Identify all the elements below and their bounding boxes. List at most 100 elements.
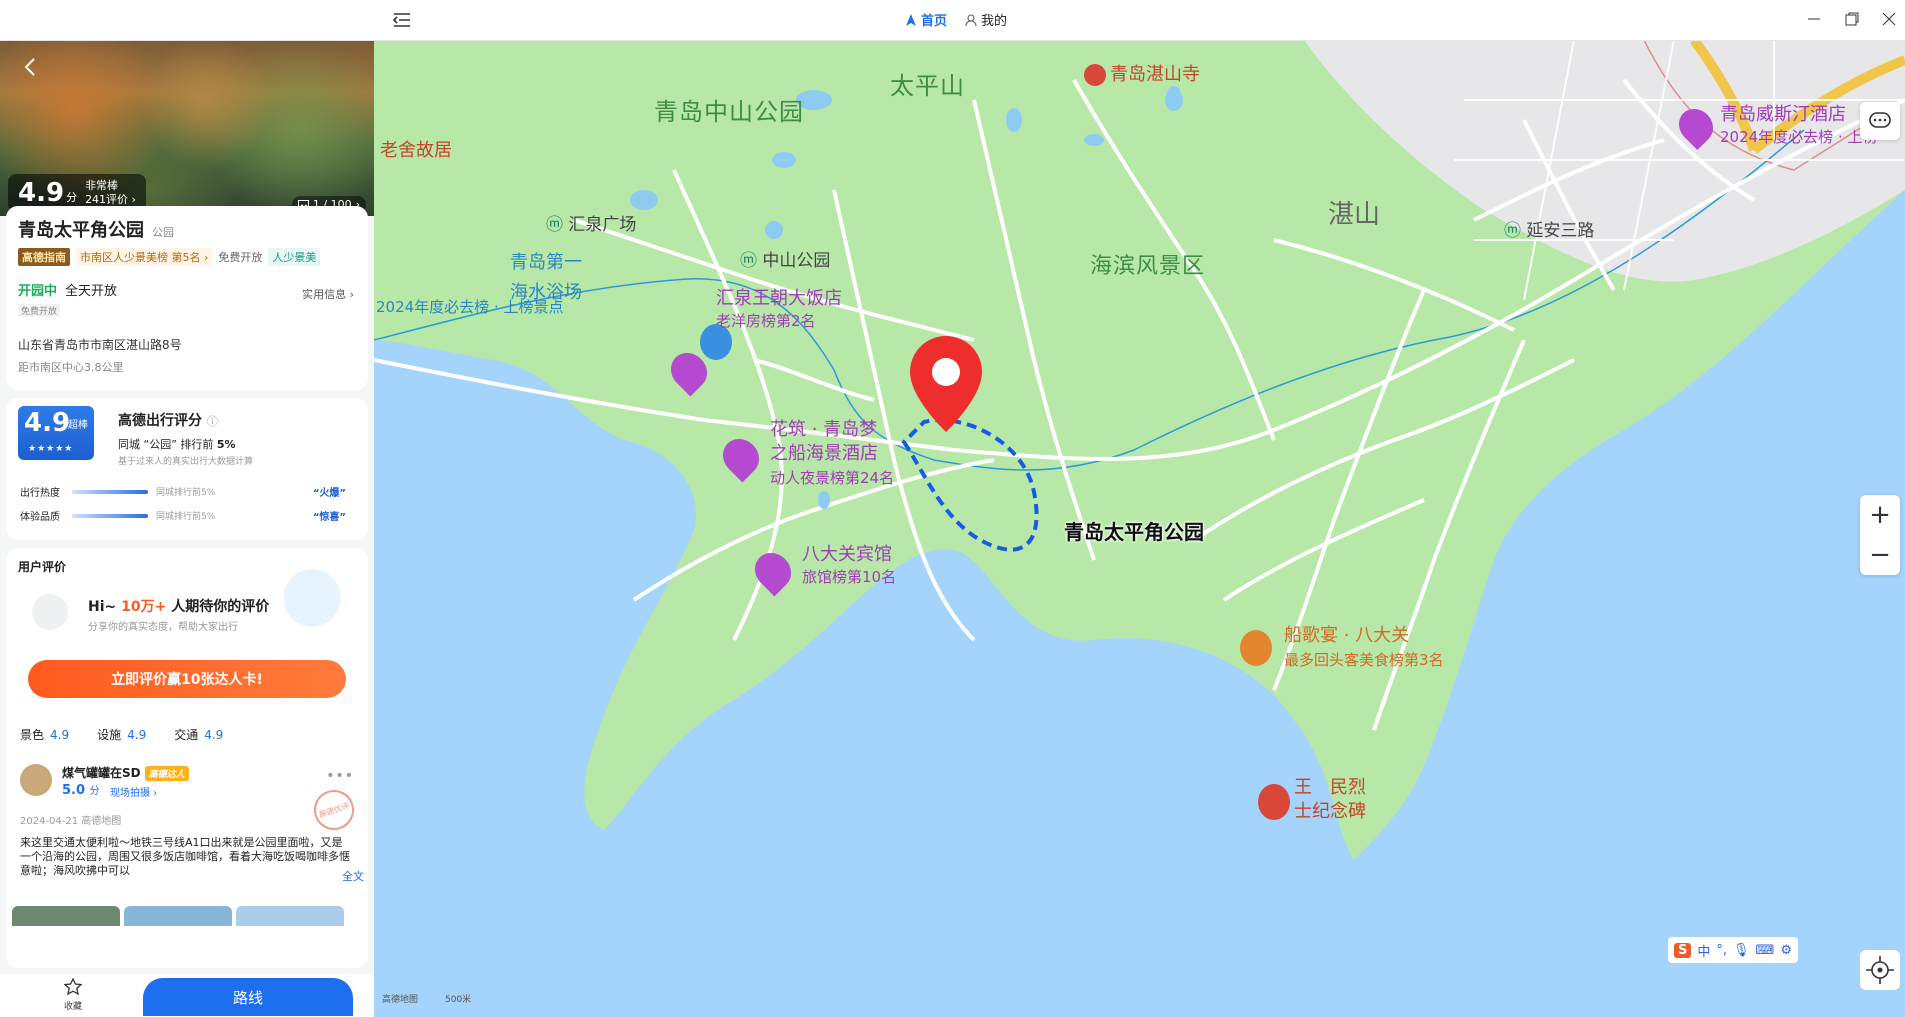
- settings-icon[interactable]: ⚙: [1780, 943, 1792, 958]
- expert-badge: 高德达人: [144, 766, 189, 781]
- label-zhongshan-park[interactable]: 青岛中山公园: [654, 92, 804, 127]
- ime-lang[interactable]: 中: [1697, 941, 1710, 960]
- poi-hotel-3[interactable]: 八大关宾馆 旅馆榜第10名: [802, 544, 896, 588]
- poi-photo[interactable]: 4.9 分 非常棒 241评价 › 1 / 100 ›: [0, 40, 374, 216]
- review-photos: [12, 906, 344, 926]
- locate-button[interactable]: [1860, 950, 1900, 990]
- close-icon[interactable]: [1880, 10, 1898, 28]
- metro-icon: ⓜ: [1504, 221, 1521, 241]
- favorite-button[interactable]: 收藏: [58, 977, 88, 1012]
- rating-unit: 分: [66, 191, 78, 204]
- review-photo[interactable]: [12, 906, 120, 926]
- review-date: 2024-04-21 高德地图: [20, 816, 122, 827]
- memorial-marker-icon[interactable]: [1258, 784, 1290, 820]
- poi-hotel-1[interactable]: 汇泉王朝大饭店 老洋房榜第2名: [716, 288, 842, 332]
- label-scenic-area[interactable]: 海滨风景区: [1090, 248, 1205, 280]
- ime-toolbar[interactable]: S 中 °, 🎙 ⌨ ⚙: [1668, 937, 1798, 963]
- label-zhanshan-temple: 青岛湛山寺: [1110, 64, 1200, 85]
- tab-mine-label: 我的: [981, 14, 1008, 29]
- more-icon[interactable]: •••: [326, 768, 354, 784]
- poi-zhanshan-temple[interactable]: 青岛湛山寺: [1084, 60, 1200, 86]
- metro-huiquan[interactable]: ⓜ 汇泉广场: [546, 210, 636, 235]
- message-button[interactable]: [1860, 102, 1900, 140]
- chat-icon: [1869, 112, 1891, 128]
- practical-info-link[interactable]: 实用信息 ›: [302, 286, 354, 302]
- open-status: 开园中: [18, 284, 58, 299]
- poi-address[interactable]: 山东省青岛市市南区湛山路8号: [18, 336, 356, 353]
- metric-heat-sub: 同城排行前5%: [156, 488, 216, 498]
- rating-word: 非常棒: [85, 179, 119, 192]
- restore-icon[interactable]: [1843, 10, 1861, 28]
- score-badge: 4.9 超棒 ★★★★★: [18, 406, 94, 460]
- restaurant-marker-icon[interactable]: [1240, 630, 1272, 666]
- review-body: 来这里交通太便利啦～地铁三号线A1口出来就是公园里面啦，又是一个沿海的公园，周围…: [20, 836, 350, 877]
- metric-heat-label: 出行热度: [20, 488, 60, 499]
- label-westin-sub: 2024年度必去榜 · 上榜: [1720, 128, 1878, 146]
- open-hours: 全天开放: [65, 284, 118, 299]
- zoom-out-button[interactable]: −: [1860, 535, 1900, 575]
- few-people-tag: 人少景美: [268, 248, 321, 266]
- metric-quality-value: “惊喜”: [312, 512, 346, 523]
- subscores: 景色 4.9 设施 4.9 交通 4.9: [20, 726, 223, 743]
- metric-heat-bar: [72, 489, 148, 494]
- score-title: 高德出行评分: [118, 413, 202, 429]
- label-laoshe-residence[interactable]: 老舍故居: [380, 136, 452, 162]
- review-photo[interactable]: [236, 906, 344, 926]
- rank-tag[interactable]: 市南区人少景美榜 第5名 ›: [76, 248, 213, 266]
- label-hotel-2-line2: 之船海景酒店: [770, 443, 878, 464]
- route-button[interactable]: 路线: [143, 978, 353, 1016]
- label-memorial-line2: 士纪念碑: [1294, 801, 1366, 822]
- reviewer-name[interactable]: 煤气罐罐在SD: [62, 766, 141, 780]
- mic-icon[interactable]: 🎙: [1733, 943, 1750, 958]
- label-beach-line1: 青岛第一: [510, 252, 582, 273]
- ime-punct[interactable]: °,: [1716, 943, 1727, 958]
- label-taiping-mountain[interactable]: 太平山: [890, 66, 965, 101]
- poi-hotel-2[interactable]: 花筑 · 青岛梦 之船海景酒店 动人夜景榜第24名: [770, 418, 894, 490]
- map-canvas[interactable]: 太平山 青岛湛山寺 青岛中山公园 老舍故居 ⓜ 汇泉广场 ⓜ 中山公园 青岛第一…: [374, 40, 1905, 1017]
- subscore-scenery-label: 景色: [20, 728, 45, 742]
- label-memorial-line1: 王 民烈: [1294, 777, 1366, 798]
- back-icon[interactable]: [20, 56, 42, 78]
- avatar[interactable]: [20, 764, 52, 796]
- metro-yanan[interactable]: ⓜ 延安三路: [1504, 216, 1594, 241]
- photo-tag[interactable]: 现场拍摄: [110, 788, 150, 799]
- guide-tag: 高德指南: [18, 248, 70, 266]
- label-hotel-3-sub: 旅馆榜第10名: [802, 568, 897, 586]
- tab-mine[interactable]: 我的: [965, 10, 1007, 29]
- star-icons: ★★★★★: [28, 444, 74, 454]
- zoom-in-button[interactable]: +: [1860, 495, 1900, 535]
- crosshair-icon: [1866, 956, 1894, 984]
- review-card: 用户评价 Hi~ 10万+ 人期待你的评价 分享你的真实态度，帮助大家出行 立即…: [6, 548, 368, 968]
- review-count: 241评价: [85, 193, 129, 206]
- collapse-sidebar-icon[interactable]: [392, 10, 412, 30]
- decoration-bubble: [284, 568, 354, 628]
- label-main-poi[interactable]: 青岛太平角公园: [1064, 516, 1204, 545]
- poi-memorial[interactable]: 王 民烈 士纪念碑: [1294, 776, 1366, 824]
- metro-zhongshan[interactable]: ⓜ 中山公园: [740, 246, 830, 271]
- write-review-button[interactable]: 立即评价赢10张达人卡!: [28, 660, 346, 698]
- map-scale: 高德地图 500米: [382, 995, 472, 1005]
- info-icon[interactable]: ⓘ: [207, 415, 218, 428]
- metric-heat-value: “火爆”: [312, 488, 346, 499]
- label-zhanshan[interactable]: 湛山: [1328, 194, 1380, 231]
- subscore-scenery-value: 4.9: [50, 728, 70, 742]
- tab-home[interactable]: 首页: [905, 10, 947, 29]
- score-card[interactable]: 4.9 超棒 ★★★★★ 高德出行评分 ⓘ 同城 “公园” 排行前 5% 基于过…: [6, 398, 368, 540]
- poi-restaurant[interactable]: 船歌宴 · 八大关 最多回头客美食榜第3名: [1284, 624, 1444, 672]
- reviewer-score-unit: 分: [89, 786, 100, 797]
- review-photo[interactable]: [124, 906, 232, 926]
- label-huiquan-square: 汇泉广场: [568, 215, 637, 235]
- main-nav: 首页 我的: [905, 10, 1007, 29]
- open-sub-tag: 免费开放: [18, 304, 61, 317]
- main-location-pin-icon[interactable]: [908, 334, 984, 434]
- score-note: 基于过来人的真实出行大数据计算: [118, 457, 254, 467]
- metric-quality-bar: [72, 513, 148, 518]
- poi-westin[interactable]: 青岛威斯汀酒店 2024年度必去榜 · 上榜: [1720, 104, 1877, 148]
- score-badge-value: 4.9: [24, 408, 71, 438]
- minimize-icon[interactable]: [1805, 10, 1823, 28]
- free-tag: 免费开放: [218, 251, 263, 264]
- metric-quality: 体验品质 同城排行前5% “惊喜”: [20, 508, 360, 523]
- keyboard-icon[interactable]: ⌨: [1756, 943, 1775, 958]
- read-full-link[interactable]: 全文: [342, 868, 364, 884]
- poi-tags: 高德指南 市南区人少景美榜 第5名 › 免费开放 人少景美: [18, 248, 356, 266]
